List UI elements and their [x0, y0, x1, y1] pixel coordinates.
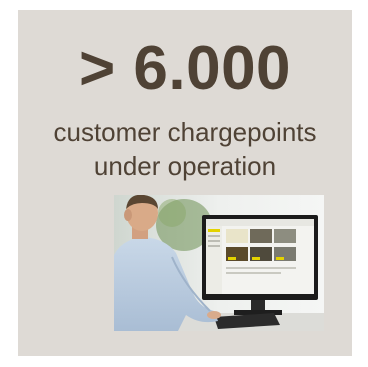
- stat-caption: customer chargepoints under operation: [18, 115, 352, 183]
- person-at-monitor-photo: [114, 195, 324, 331]
- stat-caption-line-2: under operation: [93, 151, 277, 181]
- photo-illustration: [114, 195, 324, 331]
- stat-value: > 6.000: [78, 34, 292, 103]
- stat-card: > 6.000 customer chargepoints under oper…: [18, 10, 352, 356]
- stat-caption-line-1: customer chargepoints: [53, 117, 317, 147]
